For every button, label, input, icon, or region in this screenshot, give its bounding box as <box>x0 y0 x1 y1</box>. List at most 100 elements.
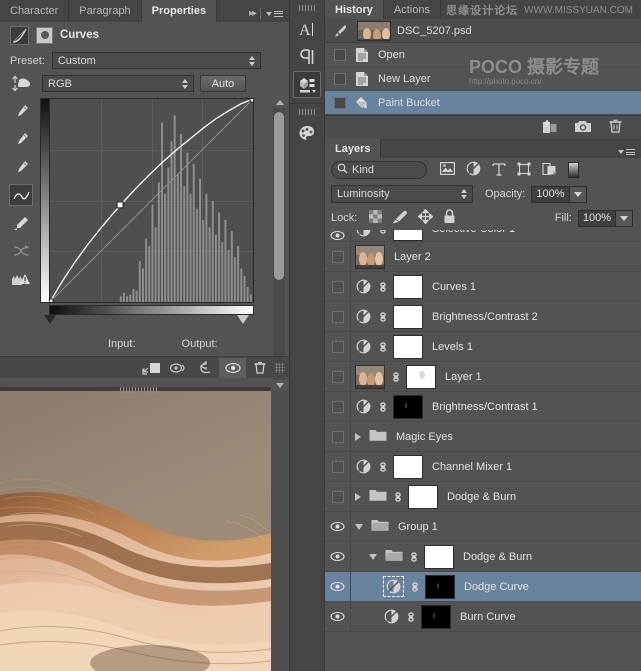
tab-paragraph[interactable]: Paragraph <box>69 0 141 22</box>
layer-visibility-checkbox[interactable] <box>325 392 351 421</box>
layer-visibility-checkbox[interactable] <box>325 422 351 451</box>
mask-link-icon[interactable] <box>377 339 388 354</box>
filter-shape-icon[interactable] <box>517 162 531 179</box>
layer-visibility-eye-icon[interactable] <box>325 512 351 541</box>
draw-curve-icon[interactable] <box>9 212 33 234</box>
mask-link-icon[interactable] <box>377 399 388 414</box>
tab-layers[interactable]: Layers <box>325 139 381 158</box>
preset-select[interactable]: Custom <box>52 52 261 69</box>
adjustment-thumbnail[interactable] <box>355 278 372 295</box>
filter-adjustment-icon[interactable] <box>466 161 481 179</box>
auto-button[interactable]: Auto <box>200 75 246 92</box>
layer-row[interactable]: Selective Color 1 <box>325 230 641 242</box>
layer-mask-thumbnail[interactable] <box>393 335 423 359</box>
lock-all-icon[interactable] <box>443 209 456 227</box>
history-snapshot-checkbox[interactable] <box>334 73 346 85</box>
mask-link-icon[interactable] <box>405 609 416 624</box>
mask-link-icon[interactable] <box>377 459 388 474</box>
smooth-curve-icon[interactable] <box>9 240 33 262</box>
history-snapshot-checkbox[interactable] <box>334 97 346 109</box>
delete-state-icon[interactable] <box>608 119 623 137</box>
mask-link-icon[interactable] <box>377 309 388 324</box>
dock-grip-icon[interactable] <box>299 5 315 11</box>
panel-menu-icon[interactable] <box>266 11 283 17</box>
layer-row[interactable]: Layer 2 <box>325 242 641 272</box>
adjustment-thumbnail[interactable] <box>355 230 372 238</box>
adjustment-thumbnail[interactable] <box>355 398 372 415</box>
blend-mode-select[interactable]: Luminosity <box>331 185 473 203</box>
tab-character[interactable]: Character <box>0 0 69 22</box>
fill-value[interactable]: 100% <box>578 210 616 227</box>
white-point-slider[interactable] <box>237 315 249 324</box>
group-collapse-arrow-icon[interactable] <box>355 524 363 530</box>
adjustment-thumbnail[interactable] <box>355 308 372 325</box>
clipping-warning-icon[interactable] <box>9 268 33 290</box>
history-snapshot-row[interactable]: DSC_5207.psd <box>325 19 641 43</box>
layer-row[interactable]: Magic Eyes <box>325 422 641 452</box>
layer-visibility-eye-icon[interactable] <box>325 602 351 631</box>
filter-toggle-switch[interactable] <box>568 162 579 178</box>
layer-row[interactable]: Dodge & Burn <box>325 482 641 512</box>
tab-history[interactable]: History <box>325 0 384 19</box>
curve-pencil-icon[interactable] <box>9 184 33 206</box>
mask-link-icon[interactable] <box>408 549 419 564</box>
mask-link-icon[interactable] <box>377 279 388 294</box>
layer-row[interactable]: Layer 1 <box>325 362 641 392</box>
layer-visibility-checkbox[interactable] <box>325 272 351 301</box>
new-snapshot-icon[interactable] <box>574 119 592 137</box>
layer-row[interactable]: Channel Mixer 1 <box>325 452 641 482</box>
resize-grip-icon[interactable] <box>275 363 285 373</box>
mask-link-icon[interactable] <box>390 369 401 384</box>
layer-mask-thumbnail[interactable] <box>393 395 423 419</box>
layer-row[interactable]: Group 1 <box>325 512 641 542</box>
scroll-down-arrow-icon[interactable] <box>276 383 284 388</box>
history-state-new-layer[interactable]: New Layer <box>325 67 641 91</box>
layer-mask-thumbnail[interactable] <box>424 545 454 569</box>
layer-visibility-checkbox[interactable] <box>325 302 351 331</box>
image-canvas[interactable] <box>0 387 271 671</box>
adjustment-thumbnail[interactable] <box>355 338 372 355</box>
adjustment-thumbnail[interactable] <box>383 608 400 625</box>
layer-row[interactable]: Burn Curve <box>325 602 641 632</box>
layer-mask-thumbnail[interactable] <box>393 305 423 329</box>
layer-mask-thumbnail[interactable] <box>393 275 423 299</box>
adjustment-thumbnail-selected[interactable] <box>383 576 404 597</box>
mask-link-icon[interactable] <box>409 579 420 594</box>
layer-row[interactable]: Curves 1 <box>325 272 641 302</box>
layer-row[interactable]: Brightness/Contrast 2 <box>325 302 641 332</box>
scrollbar-thumb[interactable] <box>274 112 284 280</box>
layer-row[interactable]: Brightness/Contrast 1 <box>325 392 641 422</box>
delete-icon[interactable] <box>246 358 273 378</box>
eyedropper-gray-point-icon[interactable] <box>9 128 33 150</box>
reset-icon[interactable] <box>192 358 219 378</box>
layer-mask-thumbnail[interactable] <box>393 455 423 479</box>
layer-row[interactable]: Dodge Curve <box>325 572 641 602</box>
lock-transparent-pixels-icon[interactable] <box>369 210 382 226</box>
properties-panel-icon[interactable] <box>293 71 321 98</box>
layer-visibility-eye-icon[interactable] <box>325 542 351 571</box>
group-collapse-arrow-icon[interactable] <box>369 554 377 560</box>
layer-mask-thumbnail[interactable] <box>421 605 451 629</box>
toggle-visibility-icon[interactable] <box>219 358 246 378</box>
layer-visibility-checkbox[interactable] <box>325 242 351 271</box>
history-state-paint-bucket[interactable]: Paint Bucket <box>325 91 641 115</box>
on-image-adjust-icon[interactable] <box>6 75 36 92</box>
color-palette-icon[interactable] <box>293 119 321 146</box>
black-point-slider[interactable] <box>44 315 56 324</box>
layer-mask-thumbnail[interactable] <box>425 575 455 599</box>
group-expand-arrow-icon[interactable] <box>355 433 361 441</box>
layer-row[interactable]: Levels 1 <box>325 332 641 362</box>
previous-state-icon[interactable] <box>165 358 192 378</box>
expand-chevrons-icon[interactable]: ▸▸ <box>249 8 255 19</box>
layer-mask-thumbnail[interactable] <box>393 230 423 241</box>
history-snapshot-checkbox[interactable] <box>334 49 346 61</box>
clip-to-layer-icon[interactable] <box>138 358 165 378</box>
tab-actions[interactable]: Actions <box>384 0 441 19</box>
history-state-open[interactable]: Open <box>325 43 641 67</box>
group-expand-arrow-icon[interactable] <box>355 493 361 501</box>
filter-pixel-icon[interactable] <box>440 162 455 178</box>
layer-mask-thumbnail[interactable] <box>406 365 436 389</box>
layer-thumbnail[interactable] <box>355 365 385 389</box>
canvas-drag-handle[interactable] <box>120 387 158 393</box>
layer-row[interactable]: Dodge & Burn <box>325 542 641 572</box>
